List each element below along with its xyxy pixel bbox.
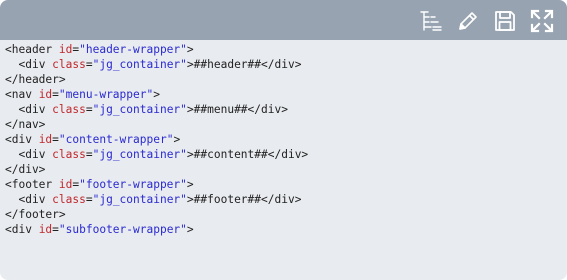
code-line: <div id="subfooter-wrapper"> xyxy=(5,222,567,237)
code-token-end: </div> xyxy=(261,58,302,71)
code-token-indent xyxy=(5,193,18,206)
code-token-eq: = xyxy=(52,223,59,236)
code-token-text: ##menu## xyxy=(193,103,248,116)
code-token-attr: id xyxy=(31,223,53,236)
code-token-eq: = xyxy=(52,133,59,146)
code-token-value: "footer-wrapper" xyxy=(79,178,187,191)
code-token-open: <div xyxy=(18,193,46,206)
code-token-eq: = xyxy=(85,193,93,206)
code-line: <div id="content-wrapper"> xyxy=(5,132,567,147)
code-token-open: </nav> xyxy=(5,118,46,131)
code-token-attr: id xyxy=(31,88,53,101)
save-icon xyxy=(495,11,515,31)
tree-view-button[interactable] xyxy=(418,8,444,34)
code-token-value: "header-wrapper" xyxy=(79,43,187,56)
code-line: <div class="jg_container">##footer##</di… xyxy=(5,192,567,207)
code-token-attr: class xyxy=(45,148,86,161)
code-line: </nav> xyxy=(5,117,567,132)
code-token-indent xyxy=(5,148,18,161)
code-token-value: "content-wrapper" xyxy=(58,133,174,146)
code-token-close: > xyxy=(186,193,194,206)
code-token-value: "jg_container" xyxy=(92,58,187,71)
code-token-close: > xyxy=(186,148,194,161)
code-line: <div class="jg_container">##header##</di… xyxy=(5,57,567,72)
code-token-value: "menu-wrapper" xyxy=(58,88,154,101)
code-line: <div class="jg_container">##content##</d… xyxy=(5,147,567,162)
code-token-open: </div> xyxy=(5,163,46,176)
code-token-value: "subfooter-wrapper" xyxy=(58,223,187,236)
edit-button[interactable] xyxy=(455,8,481,34)
code-token-value: "jg_container" xyxy=(92,148,187,161)
code-token-text: ##content## xyxy=(193,148,268,161)
editor-toolbar xyxy=(0,0,567,40)
edit-icon xyxy=(459,12,477,30)
code-token-attr: id xyxy=(52,178,73,191)
code-token-attr: class xyxy=(45,58,86,71)
code-editor: <header id="header-wrapper"> <div class=… xyxy=(0,0,567,280)
code-token-open: <footer xyxy=(5,178,53,191)
code-token-open: <div xyxy=(18,58,46,71)
save-button[interactable] xyxy=(492,8,518,34)
code-token-open: <div xyxy=(18,103,46,116)
code-token-eq: = xyxy=(85,103,93,116)
code-token-end: </div> xyxy=(267,148,309,161)
code-line: </footer> xyxy=(5,207,567,222)
code-token-open: <div xyxy=(18,148,46,161)
code-token-value: "jg_container" xyxy=(92,193,187,206)
code-token-attr: id xyxy=(31,133,53,146)
code-token-text: ##header## xyxy=(193,58,262,71)
code-line: <footer id="footer-wrapper"> xyxy=(5,177,567,192)
code-token-end: </div> xyxy=(247,103,288,116)
code-token-eq: = xyxy=(85,58,93,71)
code-token-value: "jg_container" xyxy=(92,103,187,116)
code-token-open: </header> xyxy=(5,73,66,86)
code-line: <div class="jg_container">##menu##</div> xyxy=(5,102,567,117)
code-line: </div> xyxy=(5,162,567,177)
expand-button[interactable] xyxy=(529,8,555,34)
code-line: <header id="header-wrapper"> xyxy=(5,42,567,57)
code-token-close: > xyxy=(186,103,194,116)
code-token-close: > xyxy=(153,88,160,101)
code-token-close: > xyxy=(173,133,181,146)
code-line: </header> xyxy=(5,72,567,87)
code-token-end: </div> xyxy=(261,193,302,206)
code-token-open: <header xyxy=(5,43,53,56)
code-token-open: <nav xyxy=(5,88,32,101)
code-token-open: </footer> xyxy=(5,208,66,221)
code-token-open: <div xyxy=(5,133,32,146)
code-token-open: <div xyxy=(5,223,32,236)
code-token-close: > xyxy=(186,58,194,71)
code-line: <nav id="menu-wrapper"> xyxy=(5,87,567,102)
code-token-indent xyxy=(5,58,18,71)
code-token-eq: = xyxy=(52,88,59,101)
code-token-close: > xyxy=(186,178,194,191)
code-token-close: > xyxy=(186,43,194,56)
code-token-attr: id xyxy=(52,43,73,56)
code-token-indent xyxy=(5,103,18,116)
code-token-attr: class xyxy=(45,103,86,116)
code-area[interactable]: <header id="header-wrapper"> <div class=… xyxy=(0,42,567,280)
code-token-close: > xyxy=(186,223,194,236)
tree-view-icon xyxy=(420,11,442,31)
expand-icon xyxy=(530,9,554,33)
code-token-attr: class xyxy=(45,193,86,206)
code-token-eq: = xyxy=(85,148,93,161)
code-token-text: ##footer## xyxy=(193,193,262,206)
